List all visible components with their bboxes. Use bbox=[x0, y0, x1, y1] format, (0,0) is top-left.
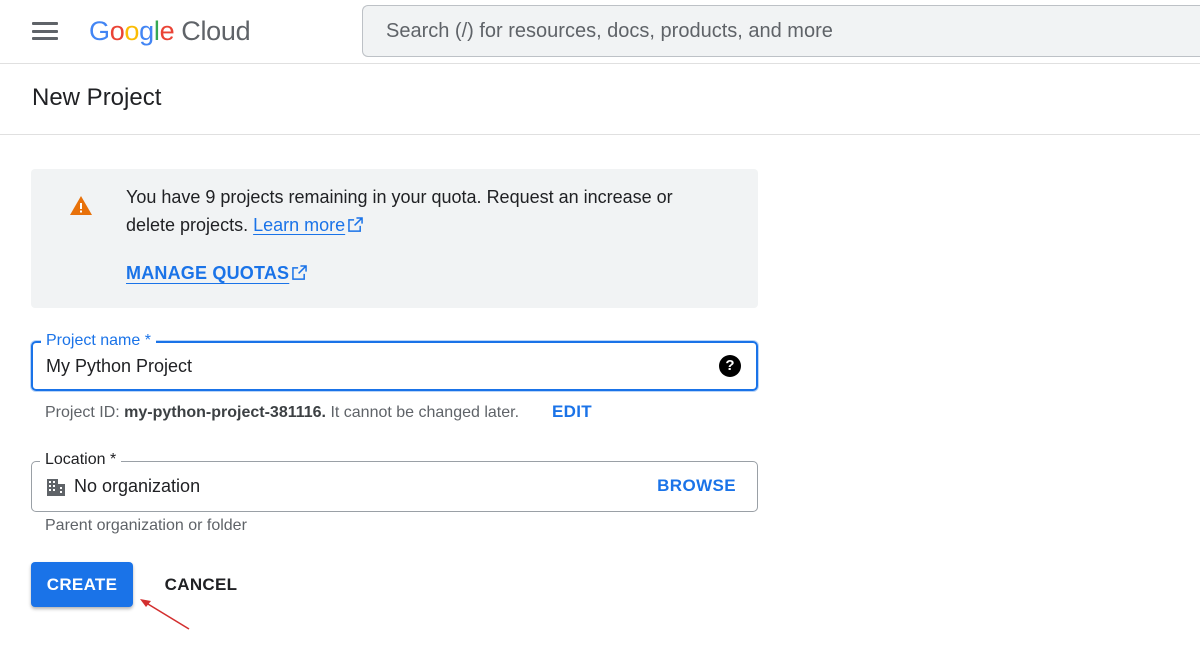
location-label: Location * bbox=[40, 450, 122, 470]
page-title: New Project bbox=[32, 84, 162, 111]
search-input[interactable]: Search (/) for resources, docs, products… bbox=[362, 5, 1200, 57]
edit-project-id-button[interactable]: EDIT bbox=[552, 402, 592, 422]
manage-quotas-link[interactable]: MANAGE QUOTAS bbox=[126, 263, 308, 284]
location-value: No organization bbox=[74, 476, 201, 496]
main-menu-icon[interactable] bbox=[28, 16, 62, 46]
warning-icon bbox=[70, 196, 92, 215]
help-icon[interactable]: ? bbox=[719, 355, 741, 377]
quota-message: You have 9 projects remaining in your qu… bbox=[126, 187, 673, 235]
browse-button[interactable]: BROWSE bbox=[657, 476, 736, 496]
location-field[interactable]: Location * No organization BROWSE bbox=[31, 450, 758, 512]
project-name-label: Project name * bbox=[41, 331, 156, 351]
page-header: New Project bbox=[0, 64, 1200, 135]
external-link-icon bbox=[292, 265, 308, 280]
search-placeholder: Search (/) for resources, docs, products… bbox=[386, 19, 833, 42]
top-bar: Google Cloud Search (/) for resources, do… bbox=[0, 0, 1200, 64]
project-id-value: my-python-project-381116. bbox=[124, 404, 326, 421]
project-id-info: Project ID: my-python-project-381116. It… bbox=[45, 404, 520, 421]
create-button[interactable]: CREATE bbox=[31, 562, 133, 607]
external-link-icon bbox=[348, 217, 363, 232]
quota-notice: You have 9 projects remaining in your qu… bbox=[31, 169, 758, 308]
project-name-input[interactable]: My Python Project bbox=[46, 356, 192, 377]
location-hint: Parent organization or folder bbox=[45, 517, 247, 534]
learn-more-link[interactable]: Learn more bbox=[253, 215, 363, 235]
organization-icon bbox=[47, 479, 65, 496]
annotation-arrow bbox=[140, 599, 190, 630]
google-cloud-logo[interactable]: Google Cloud bbox=[89, 13, 251, 49]
project-name-field[interactable]: Project name * My Python Project ? bbox=[31, 331, 758, 391]
